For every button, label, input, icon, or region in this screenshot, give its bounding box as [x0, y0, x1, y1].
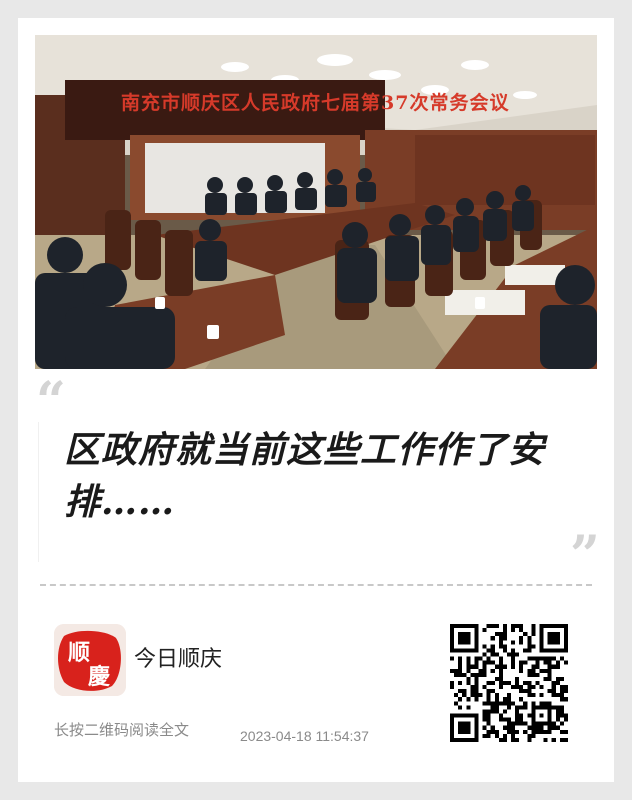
meeting-photo: 南充市顺庆区人民政府七届第37次常务会议	[35, 35, 597, 369]
logo-char-1: 顺	[68, 640, 90, 666]
meeting-room-illustration	[35, 35, 597, 369]
logo-char-2: 慶	[88, 664, 110, 690]
account-logo[interactable]: 顺 慶	[54, 624, 126, 696]
article-headline[interactable]: 区政府就当前这些工作作了安排……	[64, 424, 574, 544]
shunqing-seal-icon: 顺 慶	[54, 624, 126, 696]
quote-side-bar	[38, 422, 39, 562]
share-card: 南充市顺庆区人民政府七届第37次常务会议 “ 区政府就当前这些工作作了安排…… …	[18, 18, 614, 782]
meeting-banner-text: 南充市顺庆区人民政府七届第37次常务会议	[121, 92, 510, 114]
account-name[interactable]: 今日顺庆	[134, 644, 294, 676]
dashed-divider	[40, 584, 592, 586]
scan-hint-text: 长按二维码阅读全文	[54, 721, 190, 739]
qr-code-graphic	[450, 624, 568, 742]
publish-timestamp: 2023-04-18 11:54:37	[240, 728, 369, 744]
qr-code-icon[interactable]	[450, 624, 568, 742]
close-quote-mark: ”	[570, 525, 600, 586]
open-quote-mark: “	[36, 371, 66, 432]
